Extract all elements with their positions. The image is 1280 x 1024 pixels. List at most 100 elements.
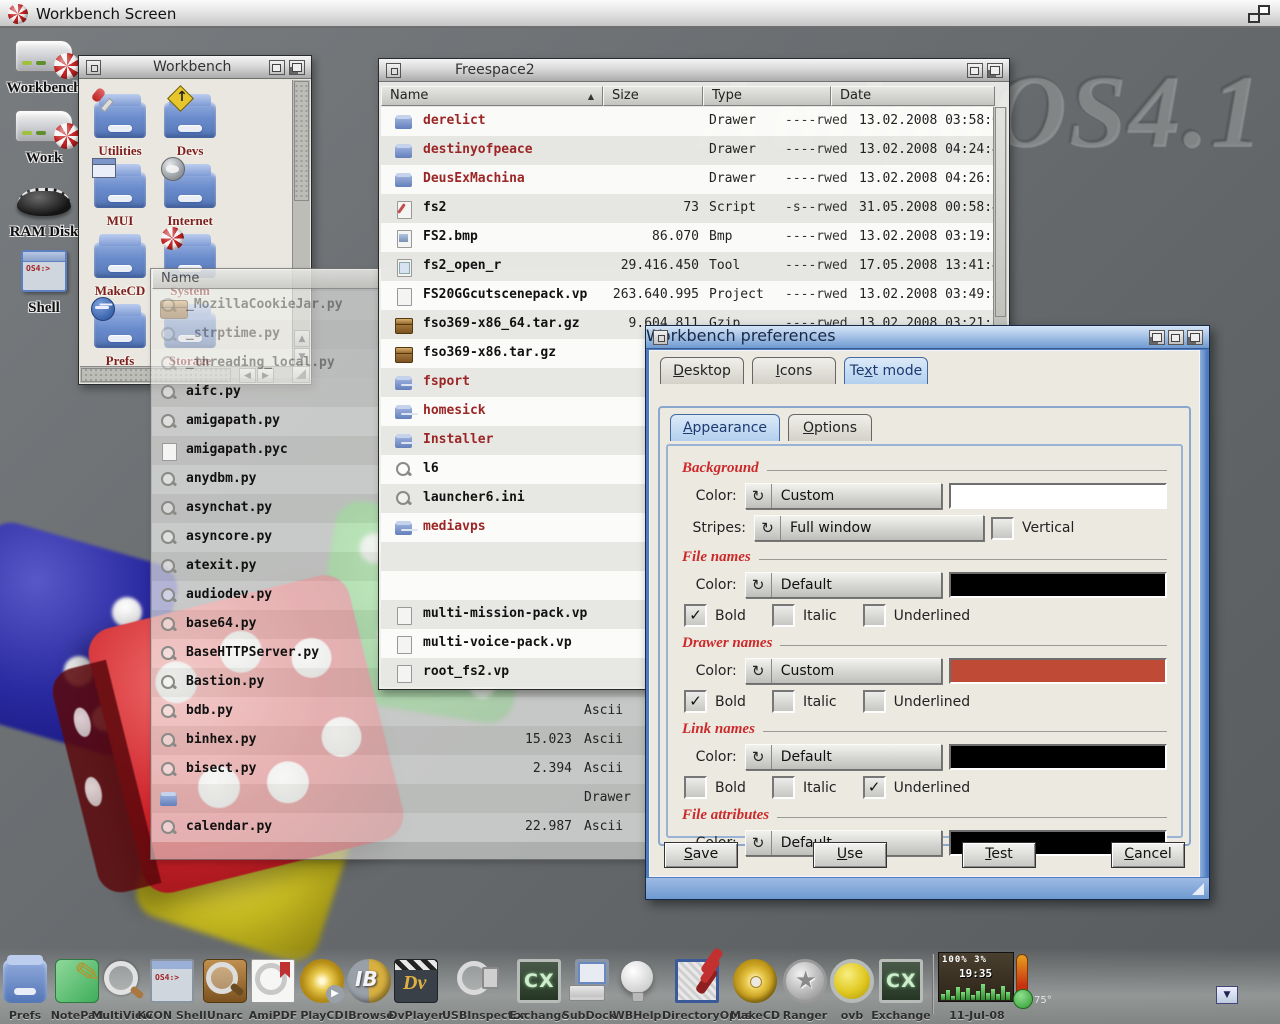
file-type-icon xyxy=(395,665,413,681)
style-checkbox[interactable] xyxy=(684,690,707,713)
close-gadget[interactable] xyxy=(386,63,401,78)
table-row[interactable]: fs2 73 Script -s--rwed 31.05.2008 00:58:… xyxy=(381,194,993,223)
workbench-window-titlebar[interactable]: Workbench xyxy=(79,56,311,79)
desktop-icon[interactable]: Workbench xyxy=(6,40,82,97)
file-type-icon xyxy=(395,404,413,420)
tab-icons[interactable]: Icons xyxy=(752,357,836,384)
mui-drawer-icon xyxy=(94,172,146,208)
stripes-cycle[interactable]: ↻Full window xyxy=(754,515,984,541)
depth-gadget[interactable] xyxy=(1187,330,1203,345)
drawer-icon-item[interactable]: Devs xyxy=(159,92,221,162)
tab-options[interactable]: Options xyxy=(788,414,872,441)
table-row[interactable]: derelict Drawer ----rwed 13.02.2008 03:5… xyxy=(381,107,993,136)
file-type-icon xyxy=(395,317,413,333)
test-button[interactable]: Test xyxy=(962,842,1036,868)
file-type-icon xyxy=(395,172,413,188)
drawer-icon-item[interactable]: MakeCD xyxy=(89,232,151,302)
table-row[interactable]: FS2.bmp 86.070 Bmp ----rwed 13.02.2008 0… xyxy=(381,223,993,252)
list-item[interactable]: bdb.py Ascii ----rw-d 18.05.200 xyxy=(152,697,660,726)
list-item[interactable]: calendar.py 22.987 Ascii ----rw-d 18.05.… xyxy=(152,813,660,842)
style-checkbox[interactable] xyxy=(684,604,707,627)
icon-emblem xyxy=(160,226,186,252)
drawer-icon-item[interactable]: Internet xyxy=(159,162,221,232)
list-item[interactable]: bisect.py 2.394 Ascii ----rw-d 18.05.200 xyxy=(152,755,660,784)
drawer-names-color-cycle[interactable]: ↻Custom xyxy=(745,658,942,684)
makecd-drawer-icon xyxy=(94,242,146,278)
background-color-swatch xyxy=(949,483,1167,509)
file-type-icon xyxy=(160,443,178,459)
section-link-names: Link names xyxy=(682,721,1167,738)
type-column-header[interactable]: Type xyxy=(703,86,831,106)
close-gadget[interactable] xyxy=(86,60,101,75)
background-color-cycle[interactable]: ↻Custom xyxy=(745,483,942,509)
sort-ascending-icon: ▲ xyxy=(588,92,594,101)
dock-item-label: Exchange xyxy=(866,1009,936,1022)
style-checkbox[interactable] xyxy=(684,776,707,799)
use-button[interactable]: Use xyxy=(813,842,887,868)
drawer-icon-item[interactable]: MUI xyxy=(89,162,151,232)
style-checkbox[interactable] xyxy=(863,690,886,713)
iconify-gadget[interactable] xyxy=(269,60,285,75)
file-type-icon xyxy=(395,288,413,304)
prefs-drawer-icon xyxy=(94,312,146,348)
cancel-button[interactable]: Cancel xyxy=(1111,842,1185,868)
tab-text-mode[interactable]: Text mode xyxy=(844,357,928,384)
depth-gadget[interactable] xyxy=(289,60,305,75)
screen-depth-gadget[interactable] xyxy=(1248,5,1270,23)
table-row[interactable]: DeusExMachina Drawer ----rwed 13.02.2008… xyxy=(381,165,993,194)
system-monitor: 100% 3% 19:35 xyxy=(938,952,1014,1002)
desktop-icon-label: Shell xyxy=(6,300,82,317)
style-checkbox[interactable] xyxy=(772,776,795,799)
style-checkbox[interactable] xyxy=(863,604,886,627)
dock-item[interactable]: USBInspector xyxy=(442,959,512,1022)
screen-titlebar[interactable]: Workbench Screen xyxy=(0,0,1280,28)
style-checkbox[interactable] xyxy=(772,690,795,713)
table-row[interactable]: destinyofpeace Drawer ----rwed 13.02.200… xyxy=(381,136,993,165)
desktop-icon[interactable]: RAM Disk xyxy=(6,188,82,241)
name-column-header[interactable]: Name ▲ xyxy=(381,86,603,106)
file-type-icon xyxy=(395,433,413,449)
desktop-icon[interactable]: Work xyxy=(6,110,82,167)
file-type-icon xyxy=(160,617,178,633)
scrollbar-knob[interactable] xyxy=(995,107,1006,317)
style-label: Underlined xyxy=(894,780,971,796)
preferences-titlebar[interactable]: Workbench preferences xyxy=(646,326,1209,349)
file-type-icon xyxy=(160,762,178,778)
close-gadget[interactable] xyxy=(653,330,668,345)
desktop-icon[interactable]: Shell xyxy=(6,250,82,317)
iconify-gadget[interactable] xyxy=(1168,330,1184,345)
shade-gadget[interactable] xyxy=(1149,330,1165,345)
tab-appearance[interactable]: Appearance xyxy=(670,414,780,441)
window-title: Workbench xyxy=(153,59,231,75)
dock-item[interactable]: DvPlayer xyxy=(381,959,451,1022)
file-type-icon xyxy=(395,114,413,130)
drawer-icon-item[interactable]: Prefs xyxy=(89,302,151,365)
depth-gadget[interactable] xyxy=(987,63,1003,78)
dock-item[interactable]: Exchange xyxy=(866,959,936,1022)
preferences-window: Workbench preferences Desktop Icons Text… xyxy=(645,325,1210,900)
file-names-color-cycle[interactable]: ↻Default xyxy=(745,572,942,598)
thermometer-icon xyxy=(1016,954,1028,1000)
table-row[interactable]: fs2_open_r 29.416.450 Tool ----rwed 17.0… xyxy=(381,252,993,281)
iconified-window-gadget[interactable]: ▼ xyxy=(1216,986,1238,1004)
file-type-icon xyxy=(160,327,178,343)
vertical-checkbox[interactable] xyxy=(991,517,1014,540)
size-column-header[interactable]: Size xyxy=(603,86,703,106)
table-row[interactable]: FS20GGcutscenepack.vp 263.640.995 Projec… xyxy=(381,281,993,310)
scrollbar-knob[interactable] xyxy=(294,81,309,201)
link-names-color-cycle[interactable]: ↻Default xyxy=(745,744,942,770)
save-button[interactable]: Save xyxy=(664,842,738,868)
list-item[interactable]: Drawer ----rwed 27.02.200 xyxy=(152,784,660,813)
list-item[interactable]: binhex.py 15.023 Ascii ----rw-d 18.05.20… xyxy=(152,726,660,755)
iconify-gadget[interactable] xyxy=(967,63,983,78)
freespace2-titlebar[interactable]: Freespace2 xyxy=(379,59,1009,82)
icon-emblem xyxy=(160,156,186,182)
date-column-header[interactable]: Date xyxy=(831,86,995,106)
link-names-style-row: Bold Italic Underlined xyxy=(684,776,1167,799)
style-checkbox[interactable] xyxy=(772,604,795,627)
style-checkbox[interactable] xyxy=(863,776,886,799)
file-type-icon xyxy=(160,298,178,314)
drawer-icon-item[interactable]: Utilities xyxy=(89,92,151,162)
tab-desktop[interactable]: Desktop xyxy=(660,357,744,384)
clock: 19:35 xyxy=(959,967,992,980)
